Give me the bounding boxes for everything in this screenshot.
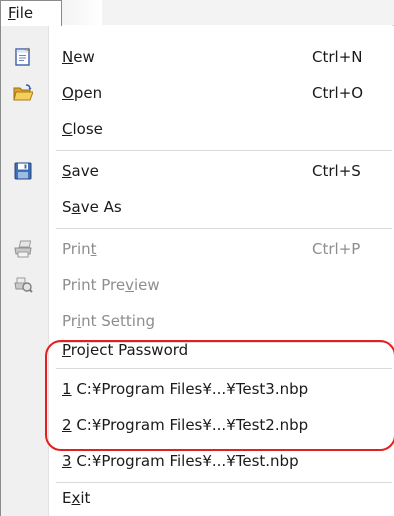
mnemonic-v: v bbox=[125, 276, 135, 294]
menu-item-exit-label: Exit bbox=[62, 480, 90, 516]
file-menu-mnemonic: F bbox=[8, 4, 16, 22]
mnemonic-2: 2 bbox=[62, 416, 72, 434]
file-menu-label: ile bbox=[15, 4, 34, 22]
menu-item-close-label: Close bbox=[62, 111, 103, 147]
shortcut-ctrl-s: Ctrl+S bbox=[312, 162, 361, 180]
file-path: C:¥Program Files¥...¥Test2.nbp bbox=[71, 416, 309, 434]
label-text: it bbox=[80, 489, 91, 507]
menu-item-print-label: Print bbox=[62, 231, 97, 267]
mnemonic-3: 3 bbox=[62, 452, 72, 470]
new-document-icon bbox=[13, 47, 33, 67]
menu-item-close[interactable]: Close bbox=[1, 111, 392, 147]
menu-item-open[interactable]: Open Ctrl+O bbox=[1, 75, 392, 111]
print-preview-icon bbox=[13, 275, 33, 295]
menu-bar-fade bbox=[62, 0, 102, 25]
file-dropdown-menu: New Ctrl+N Open Ctrl+O Close Save Ctrl+S… bbox=[0, 25, 392, 516]
printer-icon bbox=[13, 239, 33, 259]
recent-file-label: 1 C:¥Program Files¥...¥Test3.nbp bbox=[62, 371, 308, 407]
file-path: C:¥Program Files¥...¥Test.nbp bbox=[71, 452, 299, 470]
mnemonic-c: C bbox=[62, 120, 73, 138]
mnemonic-s: S bbox=[62, 162, 72, 180]
menu-item-open-label: Open bbox=[62, 75, 102, 111]
label-text: ave bbox=[71, 162, 99, 180]
menu-item-project-password[interactable]: Project Password bbox=[1, 332, 392, 368]
file-menu-button[interactable]: File bbox=[0, 0, 62, 26]
menu-item-exit[interactable]: Exit bbox=[1, 480, 392, 516]
recent-file-2[interactable]: 2 C:¥Program Files¥...¥Test2.nbp bbox=[1, 407, 392, 443]
menu-separator bbox=[56, 368, 392, 369]
menu-item-new[interactable]: New Ctrl+N bbox=[1, 39, 392, 75]
label-text: pen bbox=[73, 84, 103, 102]
menu-item-new-label: New bbox=[62, 39, 95, 75]
recent-file-label: 3 C:¥Program Files¥...¥Test.nbp bbox=[62, 443, 299, 479]
open-folder-icon bbox=[13, 83, 34, 103]
label-text: Pr bbox=[62, 312, 77, 330]
label-text: lose bbox=[72, 120, 103, 138]
mnemonic-p: P bbox=[62, 341, 71, 359]
mnemonic-1: 1 bbox=[62, 380, 72, 398]
recent-file-label: 2 C:¥Program Files¥...¥Test2.nbp bbox=[62, 407, 308, 443]
menu-item-save-label: Save bbox=[62, 153, 99, 189]
mnemonic-n: N bbox=[62, 48, 74, 66]
shortcut-ctrl-o: Ctrl+O bbox=[312, 84, 364, 102]
menu-item-save[interactable]: Save Ctrl+S bbox=[1, 153, 392, 189]
menu-item-print: Print Ctrl+P bbox=[1, 231, 392, 267]
label-text: Prin bbox=[62, 240, 91, 258]
mnemonic-o: O bbox=[62, 84, 74, 102]
menu-item-save-as[interactable]: Save As bbox=[1, 189, 392, 225]
label-text: iew bbox=[134, 276, 160, 294]
shortcut-ctrl-n: Ctrl+N bbox=[312, 48, 363, 66]
menu-separator bbox=[56, 228, 392, 229]
shortcut-ctrl-p: Ctrl+P bbox=[312, 240, 361, 258]
menu-item-save-as-label: Save As bbox=[62, 189, 122, 225]
mnemonic-a: a bbox=[71, 198, 81, 216]
recent-file-3[interactable]: 3 C:¥Program Files¥...¥Test.nbp bbox=[1, 443, 392, 479]
label-text: nt Setting bbox=[81, 312, 155, 330]
label-text: ew bbox=[73, 48, 95, 66]
menu-separator bbox=[56, 150, 392, 151]
recent-file-1[interactable]: 1 C:¥Program Files¥...¥Test3.nbp bbox=[1, 371, 392, 407]
label-text: S bbox=[62, 198, 72, 216]
label-text: ve As bbox=[80, 198, 122, 216]
menu-item-project-password-label: Project Password bbox=[62, 332, 188, 368]
menu-item-print-preview-label: Print Preview bbox=[62, 267, 160, 303]
floppy-disk-icon bbox=[13, 161, 33, 181]
label-text: roject Password bbox=[70, 341, 189, 359]
mnemonic-t: t bbox=[90, 240, 97, 258]
menu-item-print-preview: Print Preview bbox=[1, 267, 392, 303]
label-text: Print Pre bbox=[62, 276, 126, 294]
file-path: C:¥Program Files¥...¥Test3.nbp bbox=[71, 380, 309, 398]
